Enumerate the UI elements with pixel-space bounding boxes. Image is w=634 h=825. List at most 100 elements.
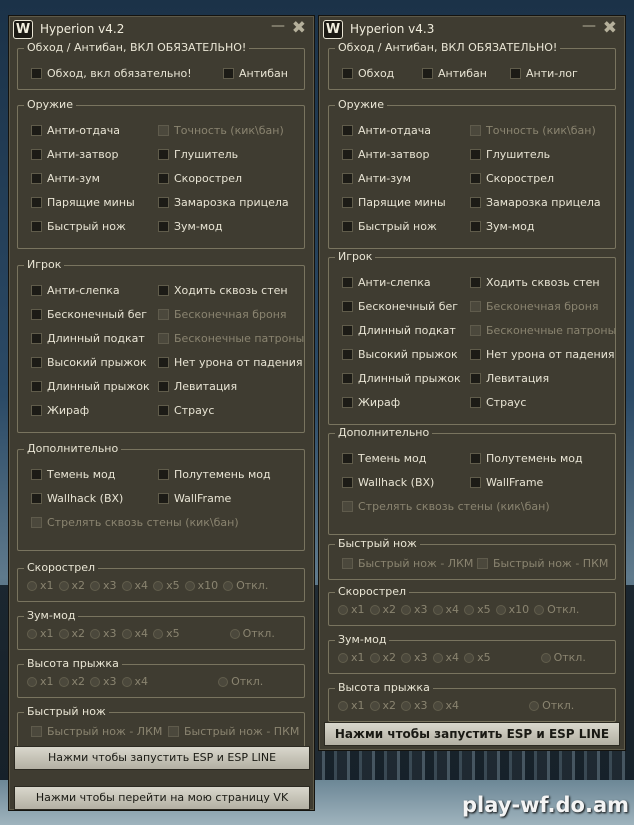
radio-off[interactable] (229, 628, 240, 639)
checkbox-box[interactable] (31, 68, 42, 79)
checkbox-high-jump[interactable]: Высокий прыжок (31, 356, 147, 369)
group-legend: Быстрый нож (24, 705, 109, 718)
checkbox-long-jump[interactable]: Длинный прыжок (31, 380, 150, 393)
radio-x2[interactable] (369, 700, 380, 711)
radio-x2[interactable] (58, 628, 69, 639)
checkbox-fast-knife[interactable]: Быстрый нож (31, 220, 126, 233)
radio-x2[interactable] (58, 676, 69, 687)
radio-off[interactable] (534, 604, 545, 615)
radio-x3[interactable] (90, 628, 101, 639)
radio-off[interactable] (540, 652, 551, 663)
checkbox-high-jump[interactable]: Высокий прыжок (342, 348, 458, 361)
checkbox-dark-mode[interactable]: Темень мод (31, 468, 115, 481)
radio-x1[interactable] (338, 652, 348, 663)
checkbox-wallhack[interactable]: Wallhack (ВХ) (342, 476, 434, 489)
minimize-icon[interactable]: — (271, 18, 285, 34)
radio-x2[interactable] (369, 652, 380, 663)
checkbox-anti-bolt[interactable]: Анти-затвор (31, 148, 118, 161)
radio-x10[interactable] (495, 604, 506, 615)
radio-x4[interactable] (432, 652, 443, 663)
close-icon[interactable]: ✖ (292, 18, 306, 38)
checkbox-anti-recoil[interactable]: Анти-отдача (342, 124, 431, 137)
checkbox-infinite-run[interactable]: Бесконечный бег (342, 300, 458, 313)
checkbox-floating-mines[interactable]: Парящие мины (31, 196, 135, 209)
checkbox-giraffe[interactable]: Жираф (342, 396, 400, 409)
checkbox-infinite-run[interactable]: Бесконечный бег (31, 308, 147, 321)
checkbox-bypass[interactable]: Обход (342, 67, 394, 80)
radio-x2[interactable] (58, 580, 69, 591)
radio-x4[interactable] (432, 604, 443, 615)
checkbox-walk-through-walls[interactable]: Ходить сквозь стен (470, 276, 600, 289)
radio-off[interactable] (218, 676, 229, 687)
checkbox-floating-mines[interactable]: Парящие мины (342, 196, 446, 209)
checkbox-bypass[interactable]: Обход, вкл обязательно! (31, 67, 192, 80)
radio-x4[interactable] (432, 700, 443, 711)
checkbox-wallframe[interactable]: WallFrame (470, 476, 543, 489)
checkbox-no-fall-damage[interactable]: Нет урона от падения (158, 356, 303, 369)
checkbox-zoom-mod[interactable]: Зум-мод (158, 220, 222, 233)
checkbox-walk-through-walls[interactable]: Ходить сквозь стен (158, 284, 288, 297)
checkbox-rapid-fire[interactable]: Скорострел (470, 172, 554, 185)
checkbox-anti-recoil[interactable]: Анти-отдача (31, 124, 120, 137)
radio-x1[interactable] (27, 628, 37, 639)
checkbox-anti-bolt[interactable]: Анти-затвор (342, 148, 429, 161)
checkbox-infinite-armor: Бесконечная броня (470, 300, 599, 313)
launch-esp-button[interactable]: Нажми чтобы запустить ESP и ESP LINE (324, 722, 620, 746)
radio-x2[interactable] (369, 604, 380, 615)
checkbox-long-slide[interactable]: Длинный подкат (342, 324, 456, 337)
checkbox-anti-log[interactable]: Анти-лог (510, 67, 578, 80)
radio-group: x1 x2 x3 x4 x5 x10 Откл. (338, 603, 584, 616)
minimize-icon[interactable]: — (582, 18, 596, 34)
watermark: play-wf.do.am (462, 793, 630, 817)
radio-x3[interactable] (401, 700, 412, 711)
checkbox-half-dark-mode[interactable]: Полутемень мод (158, 468, 271, 481)
checkbox-freeze-scope[interactable]: Замарозка прицела (158, 196, 289, 209)
radio-off[interactable] (529, 700, 540, 711)
checkbox-antiban[interactable]: Антибан (422, 67, 487, 80)
radio-x5[interactable] (153, 628, 164, 639)
checkbox-giraffe[interactable]: Жираф (31, 404, 89, 417)
checkbox-long-jump[interactable]: Длинный прыжок (342, 372, 461, 385)
radio-x3[interactable] (90, 580, 101, 591)
radio-x3[interactable] (401, 652, 412, 663)
checkbox-half-dark-mode[interactable]: Полутемень мод (470, 452, 583, 465)
checkbox-silencer[interactable]: Глушитель (158, 148, 238, 161)
close-icon[interactable]: ✖ (603, 18, 617, 38)
checkbox-anti-flash[interactable]: Анти-слепка (31, 284, 120, 297)
checkbox-no-fall-damage[interactable]: Нет урона от падения (470, 348, 615, 361)
radio-off[interactable] (223, 580, 234, 591)
checkbox-box[interactable] (223, 68, 234, 79)
radio-x10[interactable] (184, 580, 195, 591)
checkbox-anti-zoom[interactable]: Анти-зум (31, 172, 100, 185)
radio-x1[interactable] (338, 700, 348, 711)
radio-x3[interactable] (401, 604, 412, 615)
radio-x4[interactable] (121, 580, 132, 591)
radio-x1[interactable] (27, 580, 37, 591)
radio-x5[interactable] (464, 604, 475, 615)
checkbox-anti-flash[interactable]: Анти-слепка (342, 276, 431, 289)
radio-x3[interactable] (90, 676, 101, 687)
checkbox-zoom-mod[interactable]: Зум-мод (470, 220, 534, 233)
checkbox-wallframe[interactable]: WallFrame (158, 492, 231, 505)
radio-x4[interactable] (121, 676, 132, 687)
launch-esp-button[interactable]: Нажми чтобы запустить ESP и ESP LINE (14, 746, 310, 770)
checkbox-rapid-fire[interactable]: Скорострел (158, 172, 242, 185)
radio-x1[interactable] (27, 676, 37, 687)
checkbox-long-slide[interactable]: Длинный подкат (31, 332, 145, 345)
open-vk-button[interactable]: Нажми чтобы перейти на мою страницу VK (14, 786, 310, 810)
checkbox-ostrich[interactable]: Страус (470, 396, 526, 409)
radio-x5[interactable] (464, 652, 475, 663)
checkbox-silencer[interactable]: Глушитель (470, 148, 550, 161)
radio-x1[interactable] (338, 604, 348, 615)
checkbox-freeze-scope[interactable]: Замарозка прицела (470, 196, 601, 209)
checkbox-dark-mode[interactable]: Темень мод (342, 452, 426, 465)
checkbox-levitation[interactable]: Левитация (470, 372, 549, 385)
checkbox-levitation[interactable]: Левитация (158, 380, 237, 393)
checkbox-wallhack[interactable]: Wallhack (ВХ) (31, 492, 123, 505)
radio-x5[interactable] (153, 580, 164, 591)
checkbox-antiban[interactable]: Антибан (223, 67, 288, 80)
checkbox-anti-zoom[interactable]: Анти-зум (342, 172, 411, 185)
checkbox-fast-knife[interactable]: Быстрый нож (342, 220, 437, 233)
radio-x4[interactable] (121, 628, 132, 639)
checkbox-ostrich[interactable]: Страус (158, 404, 214, 417)
